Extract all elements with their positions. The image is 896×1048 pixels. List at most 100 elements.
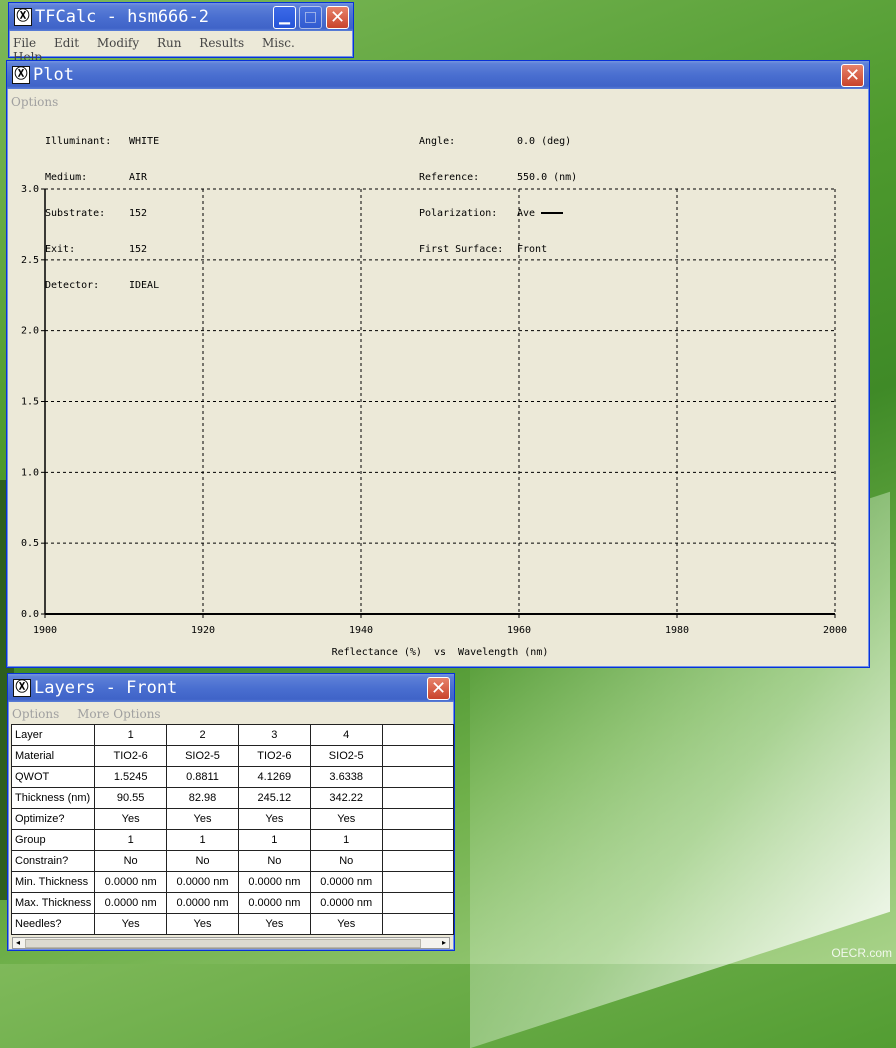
table-row: QWOT 1.5245 0.8811 4.1269 3.6338 — [10, 766, 455, 788]
table-cell[interactable]: Yes — [237, 808, 311, 830]
table-cell[interactable]: 90.55 — [94, 787, 168, 809]
table-row: Layer 1 2 3 4 — [10, 724, 455, 746]
row-label: QWOT — [10, 766, 96, 788]
row-label: Min. Thickness — [10, 871, 96, 893]
menu-results[interactable]: Results — [199, 36, 244, 50]
x-tick-label: 1960 — [507, 625, 531, 636]
table-row: Group 1 1 1 1 — [10, 829, 455, 851]
table-row: Max. Thickness 0.0000 nm 0.0000 nm 0.0000 n… — [10, 892, 455, 914]
table-row: Min. Thickness 0.0000 nm 0.0000 nm 0.0000 n… — [10, 871, 455, 893]
layers-close-button[interactable]: ✕ — [427, 677, 450, 700]
table-cell[interactable] — [381, 745, 455, 767]
layers-titlebar[interactable]: Ⓧ Layers - Front ✕ — [8, 674, 454, 702]
layers-menu-more-options[interactable]: More Options — [77, 707, 160, 721]
y-tick-label: 1.0 — [21, 467, 39, 478]
table-cell[interactable]: 1 — [309, 829, 383, 851]
y-tick-label: 3.0 — [21, 184, 39, 195]
table-cell[interactable]: 1 — [237, 829, 311, 851]
table-cell[interactable] — [381, 766, 455, 788]
table-cell[interactable]: 1.5245 — [94, 766, 168, 788]
table-cell[interactable]: 4 — [309, 724, 383, 746]
table-cell[interactable]: Yes — [166, 913, 239, 935]
app-icon[interactable]: Ⓧ — [14, 8, 32, 26]
close-button[interactable]: ✕ — [326, 6, 349, 29]
y-tick-label: 1.5 — [21, 397, 39, 408]
table-cell[interactable]: Yes — [94, 913, 168, 935]
table-cell[interactable] — [381, 724, 455, 746]
layers-window: Ⓧ Layers - Front ✕ Options More Options … — [7, 673, 455, 951]
main-window: Ⓧ TFCalc - hsm666-2 ▁ □ ✕ File Edit Modi… — [8, 2, 354, 64]
table-cell[interactable]: 342.22 — [309, 787, 383, 809]
table-cell[interactable]: 0.0000 nm — [237, 871, 311, 893]
table-cell[interactable] — [381, 808, 455, 830]
table-cell[interactable]: 82.98 — [166, 787, 239, 809]
table-cell[interactable]: 2 — [166, 724, 239, 746]
main-menubar: File Edit Modify Run Results Misc. Help — [13, 36, 349, 64]
row-label: Optimize? — [10, 808, 96, 830]
row-label: Max. Thickness — [10, 892, 96, 914]
table-cell[interactable]: Yes — [237, 913, 311, 935]
row-label: Group — [10, 829, 96, 851]
menu-misc[interactable]: Misc. — [262, 36, 295, 50]
menu-file[interactable]: File — [13, 36, 36, 50]
table-cell[interactable]: No — [94, 850, 168, 872]
menu-modify[interactable]: Modify — [97, 36, 139, 50]
table-cell[interactable]: 0.0000 nm — [166, 871, 239, 893]
menu-edit[interactable]: Edit — [54, 36, 79, 50]
main-titlebar[interactable]: Ⓧ TFCalc - hsm666-2 ▁ □ ✕ — [9, 3, 353, 31]
table-cell[interactable] — [381, 850, 455, 872]
scroll-left-arrow-icon[interactable]: ◂ — [13, 938, 23, 948]
minimize-button[interactable]: ▁ — [273, 6, 296, 29]
y-tick-label: 2.0 — [21, 326, 39, 337]
table-cell[interactable]: 0.0000 nm — [166, 892, 239, 914]
table-cell[interactable]: TIO2-6 — [237, 745, 311, 767]
y-tick-label: 0.5 — [21, 538, 39, 549]
scroll-thumb[interactable] — [25, 939, 421, 948]
maximize-button[interactable]: □ — [299, 6, 322, 29]
table-cell[interactable] — [381, 871, 455, 893]
table-cell[interactable] — [381, 829, 455, 851]
table-cell[interactable] — [381, 787, 455, 809]
table-cell[interactable]: 0.0000 nm — [309, 892, 383, 914]
table-cell[interactable]: SIO2-5 — [309, 745, 383, 767]
table-cell[interactable]: TIO2-6 — [94, 745, 168, 767]
table-cell[interactable]: 0.0000 nm — [94, 892, 168, 914]
table-cell[interactable] — [381, 913, 455, 935]
layers-horizontal-scrollbar[interactable]: ◂ ▸ — [12, 937, 450, 949]
table-cell[interactable]: No — [166, 850, 239, 872]
table-cell[interactable]: 1 — [94, 724, 168, 746]
table-cell[interactable]: Yes — [309, 808, 383, 830]
table-cell[interactable]: 0.8811 — [166, 766, 239, 788]
table-cell[interactable]: SIO2-5 — [166, 745, 239, 767]
table-cell[interactable]: 3 — [237, 724, 311, 746]
row-label: Layer — [10, 724, 96, 746]
layers-window-icon[interactable]: Ⓧ — [13, 679, 31, 697]
table-cell[interactable]: 0.0000 nm — [309, 871, 383, 893]
x-axis-title: Reflectance (%) vs Wavelength (nm) — [332, 647, 549, 658]
table-cell[interactable]: 3.6338 — [309, 766, 383, 788]
table-cell[interactable] — [381, 892, 455, 914]
table-cell[interactable]: 1 — [166, 829, 239, 851]
table-cell[interactable]: 0.0000 nm — [237, 892, 311, 914]
table-cell[interactable]: 0.0000 nm — [94, 871, 168, 893]
y-tick-label: 0.0 — [21, 609, 39, 620]
table-cell[interactable]: 245.12 — [237, 787, 311, 809]
layers-window-title: Layers - Front — [34, 678, 178, 698]
table-cell[interactable]: Yes — [166, 808, 239, 830]
table-row: Constrain? No No No No — [10, 850, 455, 872]
table-cell[interactable]: No — [309, 850, 383, 872]
table-cell[interactable]: Yes — [94, 808, 168, 830]
layers-menu-options[interactable]: Options — [12, 707, 59, 721]
table-row: Optimize? Yes Yes Yes Yes — [10, 808, 455, 830]
menu-run[interactable]: Run — [157, 36, 182, 50]
layers-table-container: Layer 1 2 3 4 Material TIO2-6 SIO2-5 TIO2-6 SIO2-… — [10, 724, 455, 935]
table-cell[interactable]: No — [237, 850, 311, 872]
x-tick-label: 2000 — [823, 625, 847, 636]
table-cell[interactable]: 4.1269 — [237, 766, 311, 788]
scroll-right-arrow-icon[interactable]: ▸ — [439, 938, 449, 948]
table-cell[interactable]: 1 — [94, 829, 168, 851]
table-cell[interactable]: Yes — [309, 913, 383, 935]
x-tick-label: 1980 — [665, 625, 689, 636]
reflectance-chart: 3.0 2.5 2.0 1.5 1.0 0.5 0.0 1900 1920 1940 1960 198… — [21, 184, 847, 658]
table-row: Thickness (nm) 90.55 82.98 245.12 342.22 — [10, 787, 455, 809]
